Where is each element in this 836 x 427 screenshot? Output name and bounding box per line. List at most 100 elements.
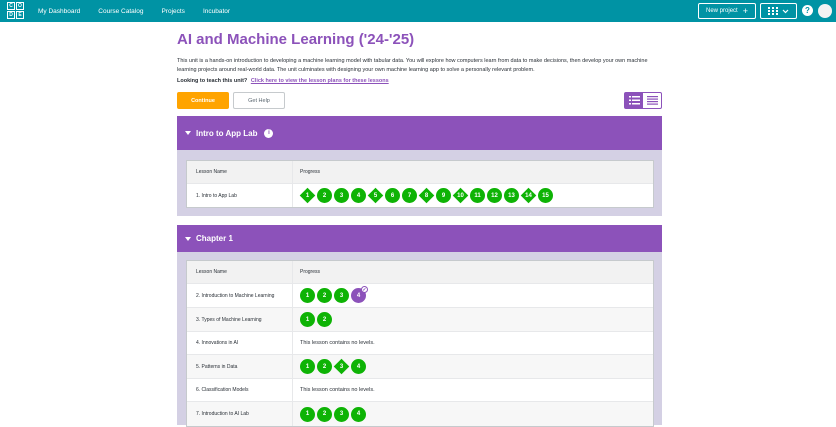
level-number: 14 bbox=[525, 192, 532, 199]
nav-projects[interactable]: Projects bbox=[161, 8, 184, 15]
progress-bubbles: 12 bbox=[300, 312, 332, 327]
level-bubble[interactable]: 2 bbox=[317, 288, 332, 303]
level-bubble[interactable]: 6 bbox=[385, 188, 400, 203]
table-row: 6. Classification Models This lesson con… bbox=[187, 379, 653, 402]
level-bubble[interactable]: 1 bbox=[300, 288, 315, 303]
assessment-level-bubble[interactable]: 3 bbox=[334, 359, 349, 374]
progress-bubbles: 1 2 3 4 ✓ bbox=[300, 286, 368, 303]
plus-icon: + bbox=[742, 6, 748, 16]
apps-grid-icon bbox=[768, 7, 778, 15]
new-project-label: New project bbox=[706, 8, 738, 14]
detail-list-icon bbox=[628, 96, 640, 105]
page-title: AI and Machine Learning ('24-'25) bbox=[177, 31, 415, 48]
table-row: 2. Introduction to Machine Learning 1234… bbox=[187, 284, 653, 308]
level-bubble[interactable]: 3 bbox=[334, 406, 349, 422]
summary-list-icon bbox=[646, 96, 658, 105]
check-icon: ✓ bbox=[361, 286, 368, 293]
new-project-button[interactable]: New project + bbox=[698, 3, 756, 19]
teach-prompt-text: Looking to teach this unit? bbox=[177, 78, 248, 84]
level-number: 1 bbox=[305, 192, 310, 199]
continue-button[interactable]: Continue bbox=[177, 92, 229, 109]
level-bubble[interactable]: 2 bbox=[317, 188, 332, 203]
main-nav: My Dashboard Course Catalog Projects Inc… bbox=[38, 0, 230, 22]
unit-description: This unit is a hands-on introduction to … bbox=[177, 58, 648, 73]
lesson-name[interactable]: 6. Classification Models bbox=[187, 379, 293, 401]
table-row: 4. Innovations in AI This lesson contain… bbox=[187, 332, 653, 355]
assessment-level-bubble[interactable]: 8 bbox=[419, 188, 434, 203]
detail-view-toggle[interactable] bbox=[625, 93, 643, 108]
view-toggle bbox=[624, 92, 662, 109]
apps-menu-button[interactable] bbox=[760, 3, 797, 19]
lesson-name[interactable]: 2. Introduction to Machine Learning bbox=[187, 284, 293, 307]
level-bubble[interactable]: 12 bbox=[487, 188, 502, 203]
progress-header: Progress bbox=[300, 269, 321, 275]
progress-bubbles: 1234 bbox=[300, 406, 366, 422]
level-bubble[interactable]: 2 bbox=[317, 312, 332, 327]
lesson-plans-link[interactable]: Click here to view the lesson plans for … bbox=[251, 78, 389, 84]
level-bubble[interactable]: 1 bbox=[300, 312, 315, 327]
level-number: 3 bbox=[339, 363, 344, 370]
level-bubble[interactable]: 15 bbox=[538, 188, 553, 203]
teach-prompt: Looking to teach this unit? Click here t… bbox=[177, 78, 389, 84]
lesson-name[interactable]: 3. Types of Machine Learning bbox=[187, 308, 293, 331]
level-bubble[interactable]: 7 bbox=[402, 188, 417, 203]
level-bubble[interactable]: 2 bbox=[317, 359, 332, 374]
nav-incubator[interactable]: Incubator bbox=[203, 8, 230, 15]
progress-header: Progress bbox=[300, 169, 321, 175]
table-header-row: Lesson Name Progress bbox=[187, 261, 653, 284]
level-bubble[interactable]: 1 bbox=[300, 406, 315, 422]
section-intro-to-app-lab: Intro to App Lab i Lesson Name Progress … bbox=[177, 116, 662, 216]
level-bubble[interactable]: 4 bbox=[351, 406, 366, 422]
level-bubble[interactable]: 3 bbox=[334, 188, 349, 203]
level-bubble[interactable]: 4 ✓ bbox=[351, 286, 368, 303]
assessment-level-bubble[interactable]: 10 bbox=[453, 188, 468, 203]
progress-bubbles: 1 2 3 4 5 6 7 8 9 10 11 12 13 14 15 bbox=[300, 188, 553, 203]
lesson-table: Lesson Name Progress 1. Intro to App Lab… bbox=[186, 160, 654, 208]
level-bubble[interactable]: 13 bbox=[504, 188, 519, 203]
nav-my-dashboard[interactable]: My Dashboard bbox=[38, 8, 80, 15]
lesson-name[interactable]: 7. Introduction to AI Lab bbox=[187, 402, 293, 426]
level-bubble[interactable]: 4 bbox=[351, 188, 366, 203]
table-header-row: Lesson Name Progress bbox=[187, 161, 653, 184]
section-chapter-1: Chapter 1 Lesson Name Progress 2. Introd… bbox=[177, 225, 662, 427]
level-number: 8 bbox=[424, 192, 429, 199]
help-icon[interactable]: ? bbox=[802, 5, 813, 16]
level-bubble[interactable]: 9 bbox=[436, 188, 451, 203]
summary-view-toggle[interactable] bbox=[643, 93, 661, 108]
lesson-name[interactable]: 1. Intro to App Lab bbox=[187, 184, 293, 207]
lesson-name[interactable]: 4. Innovations in AI bbox=[187, 332, 293, 354]
level-bubble[interactable]: 2 bbox=[317, 406, 332, 422]
table-row: 1. Intro to App Lab 1 2 3 4 5 6 7 8 9 10 11 12 13 14 1… bbox=[187, 184, 653, 207]
progress-bubbles: 1234 bbox=[300, 359, 366, 374]
table-row: 3. Types of Machine Learning 12 bbox=[187, 308, 653, 332]
no-levels-note: This lesson contains no levels. bbox=[300, 387, 375, 393]
section-title: Chapter 1 bbox=[196, 234, 233, 243]
no-levels-note: This lesson contains no levels. bbox=[300, 340, 375, 346]
section-header[interactable]: Chapter 1 bbox=[177, 225, 662, 252]
level-bubble[interactable]: 4 bbox=[351, 359, 366, 374]
table-row: 7. Introduction to AI Lab 1234 bbox=[187, 402, 653, 426]
code-org-logo[interactable]: C O D E bbox=[7, 2, 25, 20]
level-number: 5 bbox=[373, 192, 378, 199]
assessment-level-bubble[interactable]: 14 bbox=[521, 188, 536, 203]
get-help-button[interactable]: Get Help bbox=[233, 92, 285, 109]
top-nav-bar: C O D E My Dashboard Course Catalog Proj… bbox=[0, 0, 836, 22]
user-avatar[interactable] bbox=[818, 4, 832, 18]
caret-down-icon bbox=[185, 236, 191, 241]
lesson-name[interactable]: 5. Patterns in Data bbox=[187, 355, 293, 378]
lesson-progress: 1 2 3 4 5 6 7 8 9 10 11 12 13 14 15 bbox=[293, 184, 653, 207]
lesson-table: Lesson Name Progress 2. Introduction to … bbox=[186, 260, 654, 427]
info-icon[interactable]: i bbox=[264, 128, 274, 138]
assessment-level-bubble[interactable]: 1 bbox=[300, 188, 315, 203]
table-row: 5. Patterns in Data 1234 bbox=[187, 355, 653, 379]
level-bubble[interactable]: 11 bbox=[470, 188, 485, 203]
section-header[interactable]: Intro to App Lab i bbox=[177, 116, 662, 150]
level-bubble[interactable]: 3 bbox=[334, 288, 349, 303]
lesson-name-header: Lesson Name bbox=[187, 261, 293, 283]
lesson-name-header: Lesson Name bbox=[187, 161, 293, 183]
assessment-level-bubble[interactable]: 5 bbox=[368, 188, 383, 203]
level-bubble[interactable]: 1 bbox=[300, 359, 315, 374]
level-number: 10 bbox=[457, 192, 464, 199]
nav-course-catalog[interactable]: Course Catalog bbox=[98, 8, 143, 15]
caret-down-icon bbox=[185, 131, 191, 135]
